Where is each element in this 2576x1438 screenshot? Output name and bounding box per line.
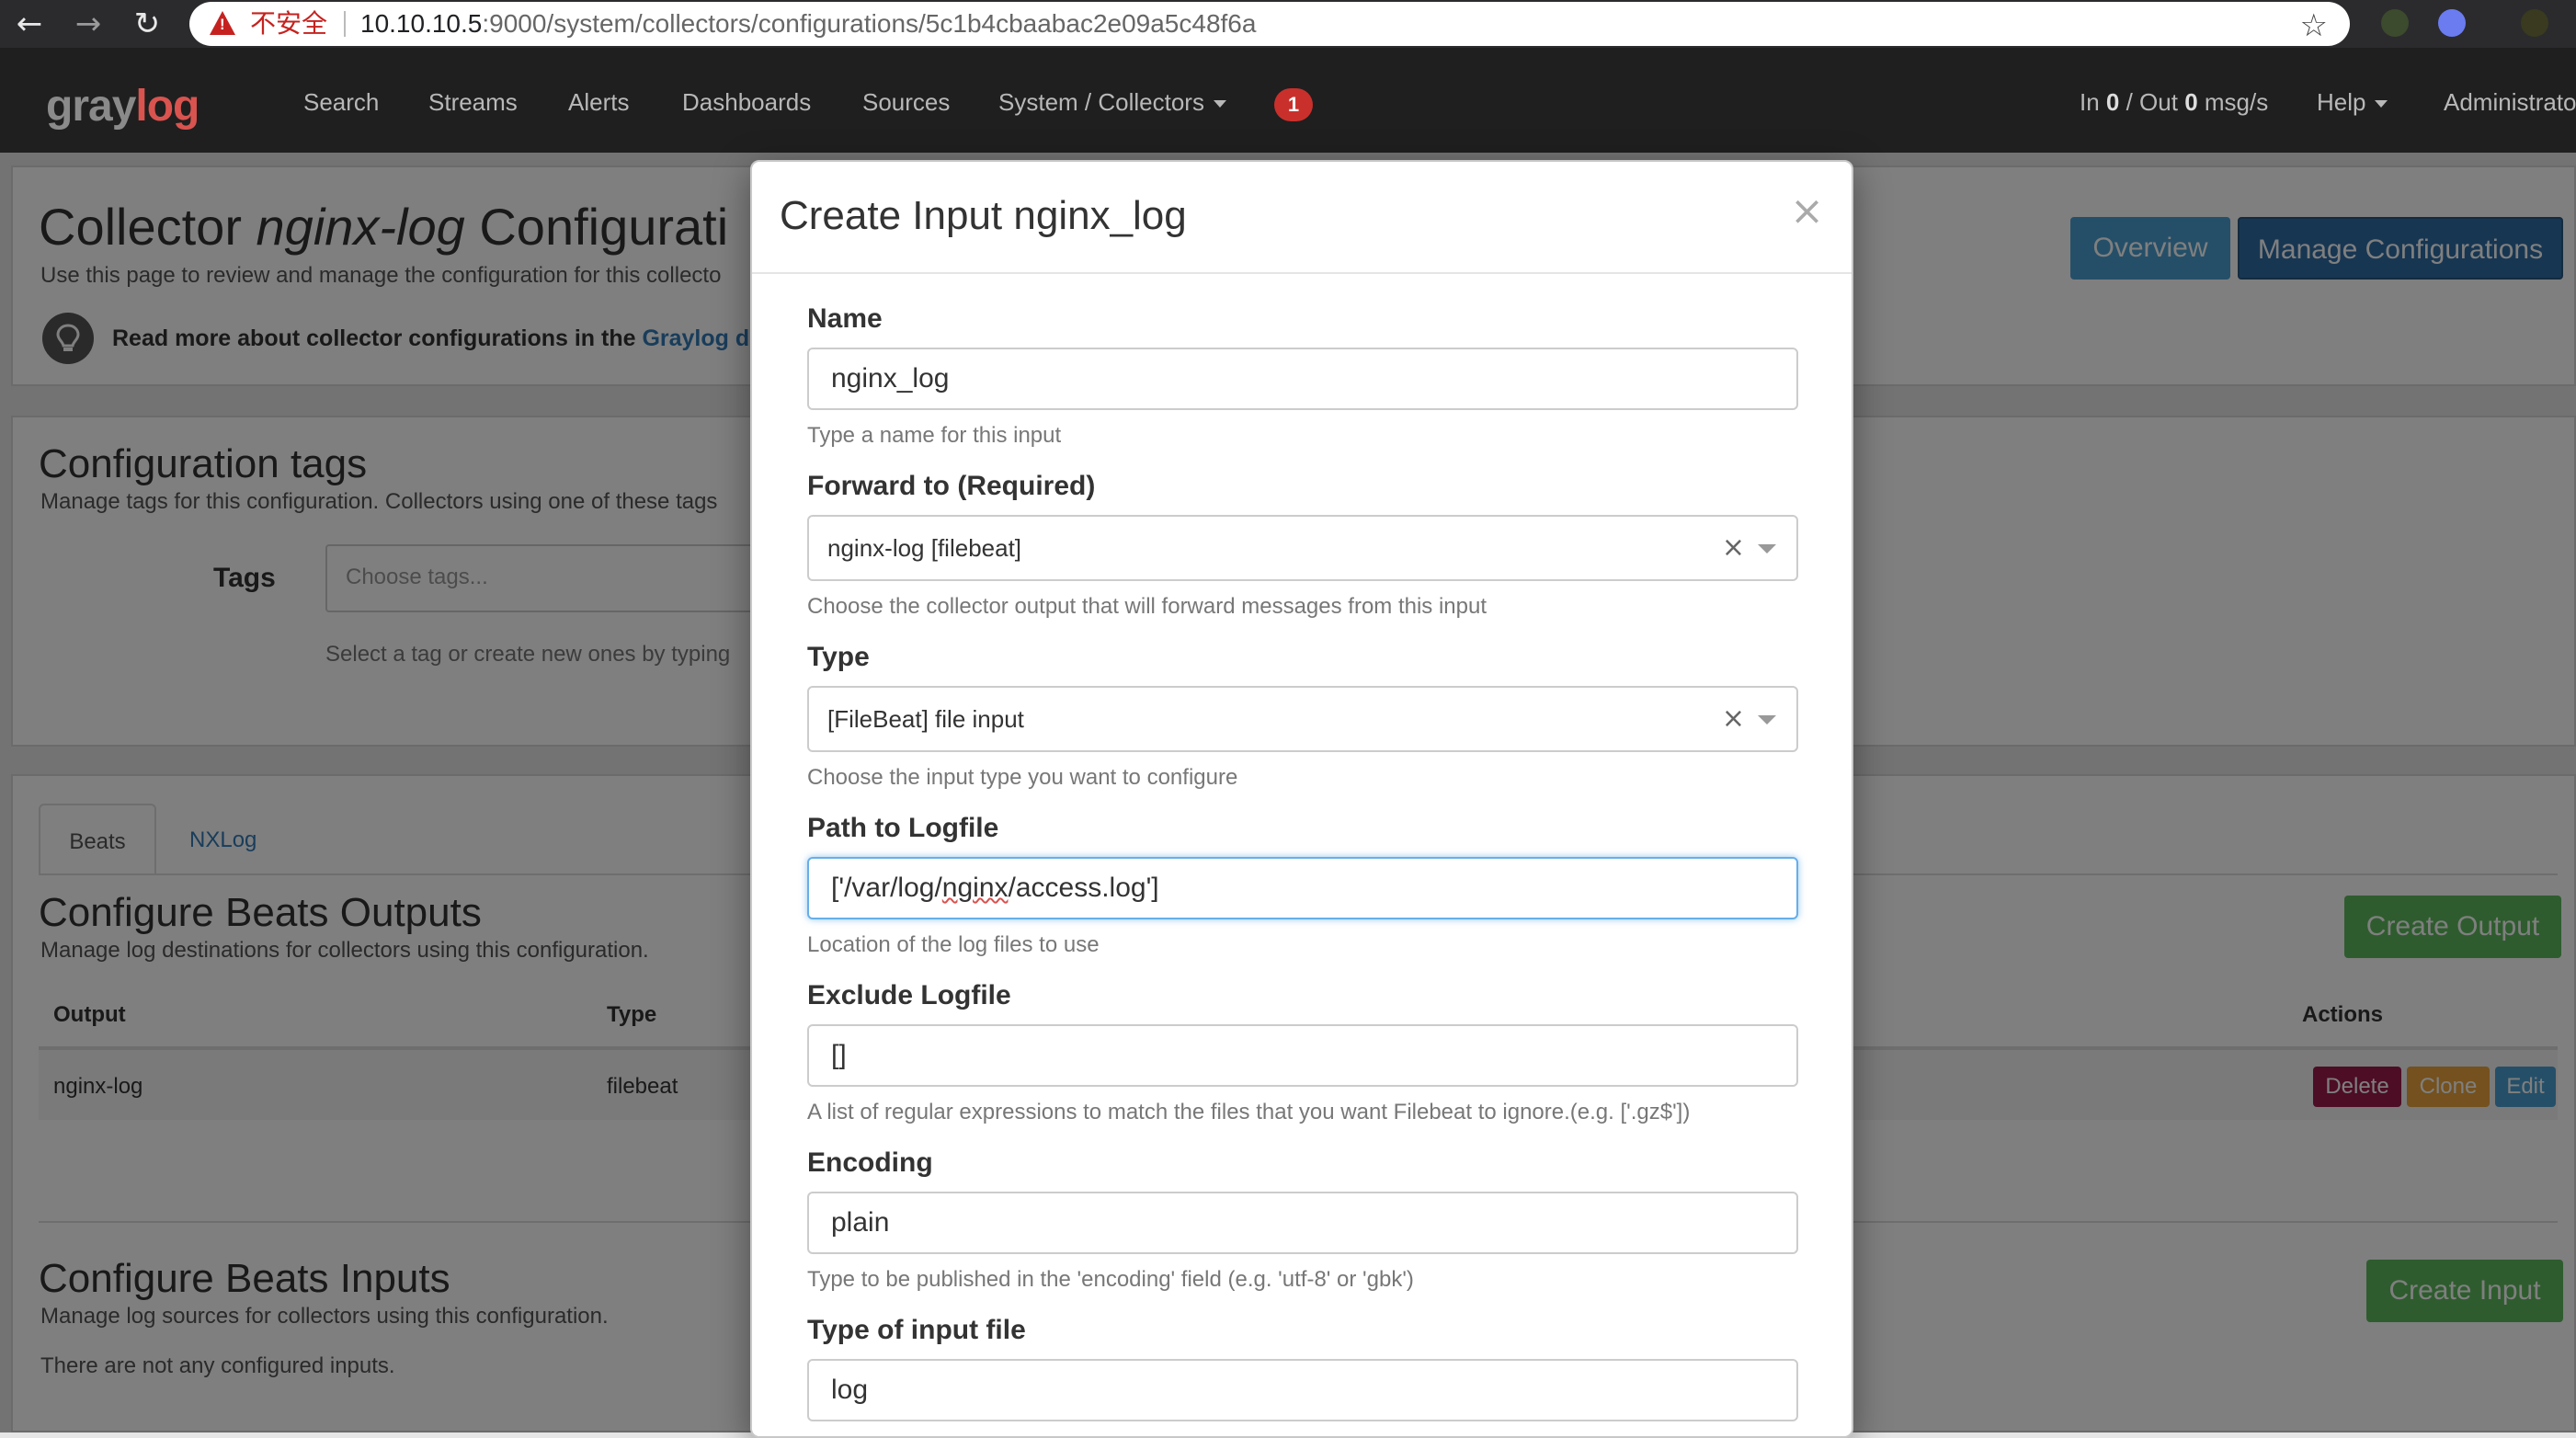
encoding-label: Encoding — [807, 1147, 933, 1178]
type-value: [FileBeat] file input — [827, 705, 1024, 733]
url-path: :9000/system/collectors/configurations/5… — [482, 9, 1257, 38]
exclude-help: A list of regular expressions to match t… — [807, 1100, 1691, 1124]
bookmark-star-icon[interactable]: ☆ — [2300, 7, 2328, 44]
name-label: Name — [807, 303, 883, 334]
encoding-input[interactable]: plain — [807, 1192, 1798, 1254]
nav-system-menu[interactable]: System / Collectors — [998, 88, 1226, 117]
logo-log: log — [135, 82, 199, 131]
nav-user-menu[interactable]: Administrato — [2444, 88, 2576, 117]
throughput-in: 0 — [2105, 88, 2120, 116]
graylog-logo[interactable]: graylog — [46, 81, 199, 131]
throughput-unit: msg/s — [2197, 88, 2269, 116]
extension-r-icon[interactable] — [2438, 9, 2466, 37]
nav-streams[interactable]: Streams — [428, 88, 518, 117]
clear-selection-icon[interactable]: × — [1722, 517, 1745, 579]
chevron-down-icon — [1213, 100, 1226, 108]
path-help: Location of the log files to use — [807, 932, 1100, 957]
help-label: Help — [2317, 88, 2366, 116]
forward-arrow-icon[interactable]: → — [68, 6, 108, 42]
system-menu-label: System / Collectors — [998, 88, 1204, 116]
chevron-down-icon — [2375, 100, 2388, 108]
name-input[interactable]: nginx_log — [807, 348, 1798, 410]
nav-search[interactable]: Search — [303, 88, 379, 117]
insecure-label[interactable]: 不安全 — [250, 10, 327, 38]
forward-to-select[interactable]: nginx-log [filebeat] × — [807, 515, 1798, 581]
throughput-out: 0 — [2184, 88, 2198, 116]
logo-gray: gray — [46, 82, 136, 131]
browser-toolbar: ← → ↻ ! 不安全 10.10.10.5:9000/system/colle… — [0, 0, 2576, 48]
extension-pen-icon[interactable] — [2381, 9, 2409, 37]
input-type-label: Type of input file — [807, 1315, 1026, 1345]
top-navbar: graylog Search Streams Alerts Dashboards… — [0, 48, 2576, 153]
modal-header: Create Input nginx_log × — [752, 162, 1852, 274]
exclude-input[interactable]: [] — [807, 1024, 1798, 1087]
type-help: Choose the input type you want to config… — [807, 765, 1238, 790]
name-help: Type a name for this input — [807, 423, 1062, 448]
path-value-start: ['/var/log/ — [831, 873, 942, 903]
type-label: Type — [807, 642, 870, 672]
path-value-misspelled: nginx — [941, 873, 1009, 903]
path-label: Path to Logfile — [807, 813, 999, 843]
encoding-help: Type to be published in the 'encoding' f… — [807, 1267, 1414, 1292]
forward-to-help: Choose the collector output that will fo… — [807, 594, 1487, 619]
chevron-down-icon[interactable] — [1758, 544, 1776, 554]
clear-selection-icon[interactable]: × — [1722, 688, 1745, 750]
reload-icon[interactable]: ↻ — [127, 6, 167, 42]
nav-dashboards[interactable]: Dashboards — [682, 88, 811, 117]
exclude-label: Exclude Logfile — [807, 980, 1011, 1010]
forward-to-value: nginx-log [filebeat] — [827, 534, 1022, 562]
create-input-modal: Create Input nginx_log × Name nginx_log … — [750, 160, 1853, 1438]
chevron-down-icon[interactable] — [1758, 715, 1776, 725]
address-bar[interactable]: ! 不安全 10.10.10.5:9000/system/collectors/… — [189, 2, 2350, 46]
warning-icon: ! — [210, 11, 235, 35]
type-select[interactable]: [FileBeat] file input × — [807, 686, 1798, 752]
modal-title: Create Input nginx_log — [780, 193, 1187, 238]
path-input[interactable]: ['/var/log/nginx/access.log'] — [807, 857, 1798, 919]
forward-to-label: Forward to (Required) — [807, 471, 1096, 501]
extension-profile-icon[interactable] — [2521, 9, 2548, 37]
notifications-badge[interactable]: 1 — [1274, 88, 1313, 121]
input-type-input[interactable]: log — [807, 1359, 1798, 1421]
back-arrow-icon[interactable]: ← — [9, 6, 50, 42]
url-text[interactable]: 10.10.10.5:9000/system/collectors/config… — [360, 10, 1256, 38]
nav-alerts[interactable]: Alerts — [568, 88, 629, 117]
throughput-in-prefix: In — [2080, 88, 2106, 116]
nav-help-menu[interactable]: Help — [2317, 88, 2388, 117]
throughput-indicator: In 0 / Out 0 msg/s — [2080, 88, 2268, 117]
path-value-end: /access.log'] — [1008, 873, 1159, 903]
close-icon[interactable]: × — [1790, 188, 1824, 234]
address-divider — [344, 11, 346, 37]
nav-sources[interactable]: Sources — [862, 88, 950, 117]
url-host: 10.10.10.5 — [360, 9, 483, 38]
throughput-out-prefix: / Out — [2119, 88, 2185, 116]
